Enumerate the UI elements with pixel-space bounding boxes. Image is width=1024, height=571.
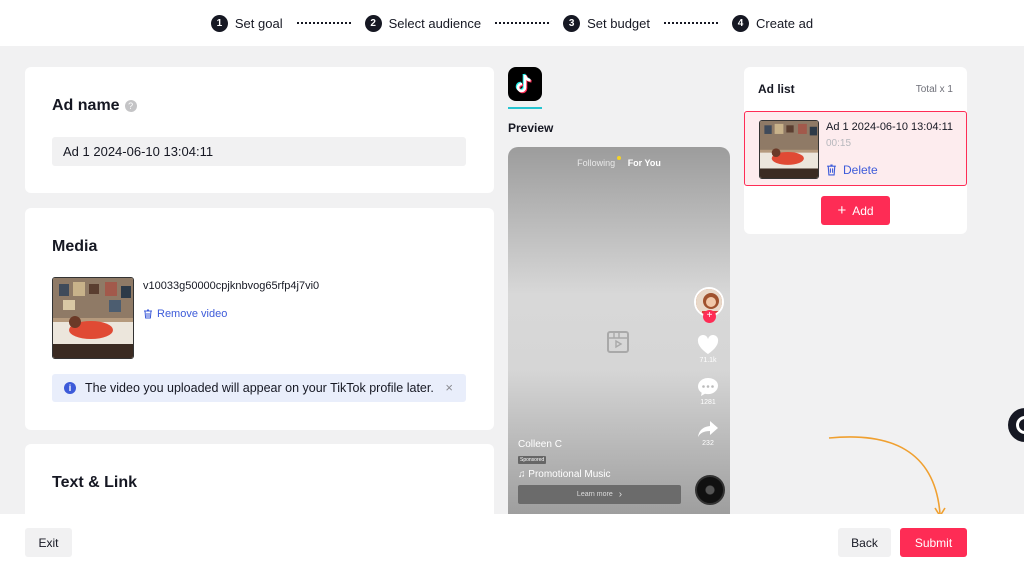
ad-name-title-text: Ad name [52,97,120,114]
step-divider [495,22,550,24]
step-create-ad: 4 Create ad [732,14,814,32]
ad-thumbnail [759,120,819,179]
step-set-budget: 3 Set budget [563,14,650,32]
upload-notice: i The video you uploaded will appear on … [52,374,466,402]
text-link-card: Text & Link [25,444,494,524]
notification-dot [617,156,622,160]
ad-item-name: Ad 1 2024-06-10 13:04:11 [826,121,954,133]
ad-list-title: Ad list [758,82,795,96]
video-thumbnail-image [53,278,133,358]
chevron-right-icon: › [618,489,623,500]
ad-item-duration: 00:15 [826,138,852,149]
close-icon[interactable]: × [445,380,453,395]
remove-video-label: Remove video [157,308,228,320]
step-select-audience: 2 Select audience [364,14,482,32]
plus-icon: + [837,201,847,219]
step-set-goal: 1 Set goal [210,14,283,32]
ad-list-item[interactable]: Ad 1 2024-06-10 13:04:11 00:15 Delete [744,111,967,186]
phone-feed-tabs: Following For You [508,156,730,168]
share-control: 232 [694,420,722,447]
exit-button[interactable]: Exit [25,528,72,557]
phone-preview: Following For You + 71.1k 1281 232 Colle… [508,147,730,517]
help-icon[interactable]: ? [124,99,137,112]
trash-icon [144,309,152,319]
tab-for-you: For You [627,158,661,168]
step-number: 3 [563,14,581,32]
back-button[interactable]: Back [838,528,891,557]
follow-plus-icon: + [703,310,716,323]
video-thumbnail [52,277,134,359]
upload-notice-text: The video you uploaded will appear on yo… [85,381,434,395]
tiktok-logo-icon[interactable] [508,67,542,101]
step-label: Set goal [234,15,283,31]
music-label: ♫ Promotional Music [518,469,611,480]
tab-following-label: Following [577,158,616,168]
like-count: 71.1k [699,357,717,364]
add-ad-button[interactable]: + Add [821,196,890,225]
add-ad-label: Add [852,203,874,218]
ad-list-total: Total x 1 [915,84,953,95]
creator-name: Colleen C [518,439,562,450]
trash-icon [827,164,836,176]
preview-label: Preview [508,121,554,135]
text-link-title: Text & Link [52,474,138,491]
tiktok-note-icon [515,73,532,94]
footer-bar: Exit Back Submit [0,514,1024,571]
step-label: Select audience [388,15,482,31]
learn-more-button: Learn more › [518,485,681,504]
step-label: Set budget [587,15,650,31]
video-placeholder-icon [607,331,629,353]
step-label: Create ad [756,15,814,31]
step-number: 4 [732,14,749,32]
delete-ad-button[interactable]: Delete [826,163,878,177]
ad-name-card: Ad name? Ad 1 2024-06-10 13:04:11 [25,67,494,193]
step-number: 1 [210,14,228,32]
tab-following: Following [577,156,622,168]
share-count: 232 [702,440,714,447]
like-control: 71.1k [694,334,722,364]
video-file-name: v10033g50000cpjknbvog65rfp4j7vi0 [143,280,320,292]
remove-video-link[interactable]: Remove video [143,308,227,320]
learn-more-label: Learn more [576,491,613,498]
share-icon [698,421,718,437]
music-disc-icon [695,475,725,505]
info-icon: i [64,382,76,394]
ad-name-input[interactable]: Ad 1 2024-06-10 13:04:11 [52,137,466,166]
ad-name-title: Ad name? [52,97,137,115]
progress-stepper: 1 Set goal 2 Select audience 3 Set budge… [0,0,1024,46]
comment-icon [698,378,718,396]
step-divider [664,22,718,24]
help-widget-icon[interactable] [1008,408,1024,442]
step-divider [296,22,351,24]
heart-icon [697,334,719,354]
media-title: Media [52,238,98,255]
delete-ad-label: Delete [843,163,878,177]
comment-control: 1281 [694,377,722,406]
step-number: 2 [364,14,382,32]
sponsored-badge: Sponsored [518,456,547,464]
media-card: Media v10033g50000cpjknbvog65rfp4j7vi0 R… [25,208,494,430]
comment-count: 1281 [700,399,716,406]
submit-button[interactable]: Submit [900,528,967,557]
tab-active-underline [508,107,542,109]
